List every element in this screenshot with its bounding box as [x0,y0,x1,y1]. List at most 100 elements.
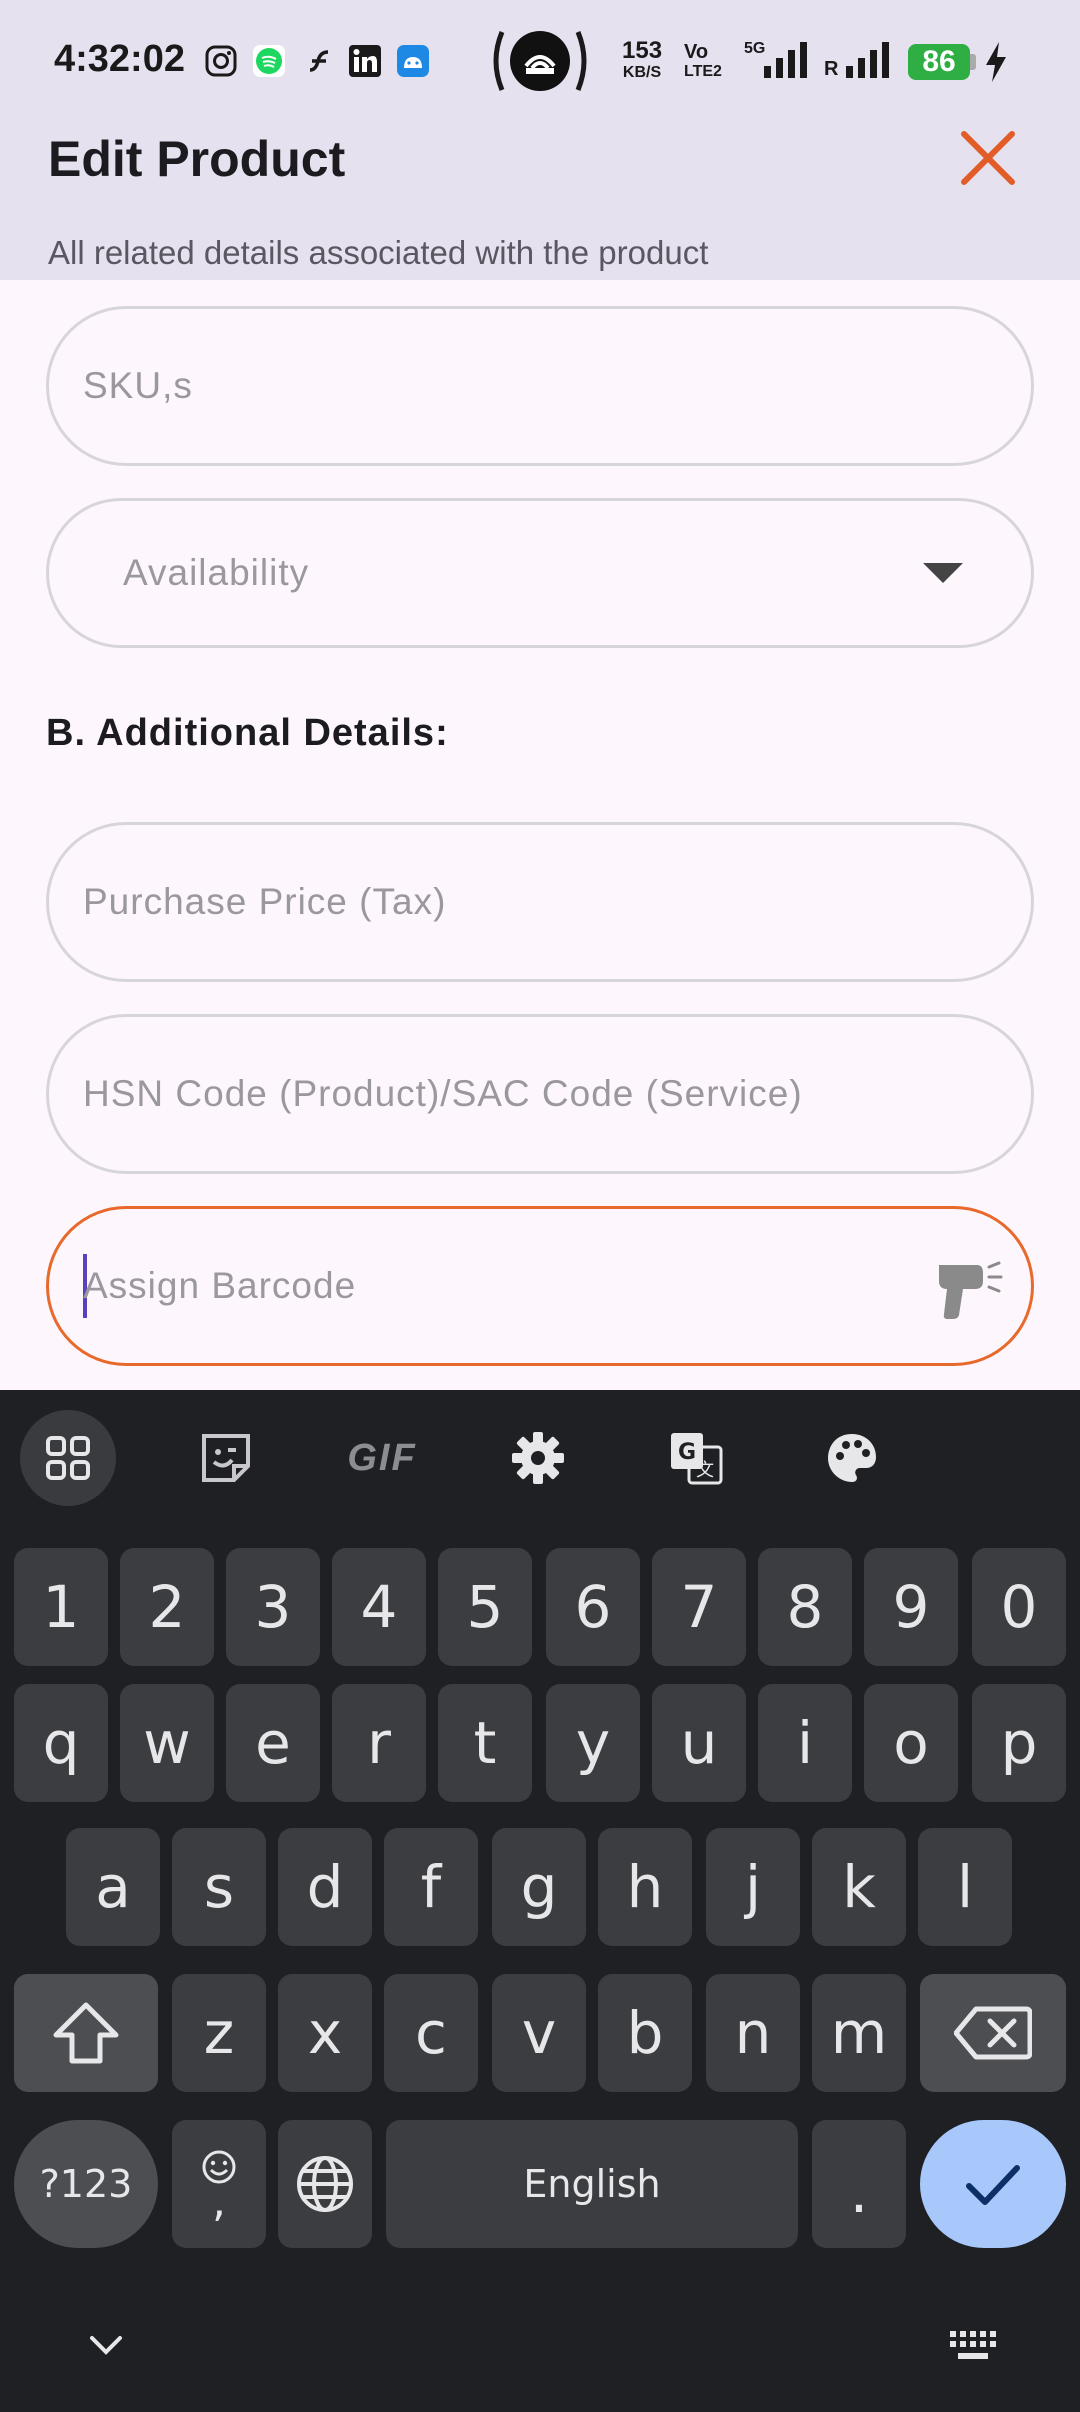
volte-indicator: Vo LTE2 [684,41,722,80]
app-f-icon [309,50,329,72]
key-n[interactable]: n [706,1974,800,2092]
svg-text:文: 文 [696,1460,714,1481]
barcode-scanner-icon[interactable] [933,1259,1003,1323]
purchase-price-placeholder: Purchase Price (Tax) [83,881,447,922]
key-h[interactable]: h [598,1828,692,1946]
key-3[interactable]: 3 [226,1548,320,1666]
backspace-icon [954,2006,1032,2060]
key-f[interactable]: f [384,1828,478,1946]
hsn-sac-code-field[interactable]: HSN Code (Product)/SAC Code (Service) [46,1014,1034,1174]
key-s[interactable]: s [172,1828,266,1946]
key-u[interactable]: u [652,1684,746,1802]
purchase-price-field[interactable]: Purchase Price (Tax) [46,822,1034,982]
dropdown-arrow-icon [923,563,963,583]
close-button[interactable] [950,120,1026,196]
gif-icon: GIF [347,1436,417,1479]
theme-button[interactable] [804,1410,900,1506]
net-speed: 153 KB/S [622,37,663,82]
key-t[interactable]: t [438,1684,532,1802]
key-j[interactable]: j [706,1828,800,1946]
availability-placeholder: Availability [123,552,310,593]
hsn-sac-placeholder: HSN Code (Product)/SAC Code (Service) [83,1073,803,1114]
space-key[interactable]: English [386,2120,798,2248]
key-q[interactable]: q [14,1684,108,1802]
key-v[interactable]: v [492,1974,586,2092]
signal-icon [764,42,807,78]
key-m[interactable]: m [812,1974,906,2092]
charging-icon [986,42,1006,82]
shift-key[interactable] [14,1974,158,2092]
key-l[interactable]: l [918,1828,1012,1946]
key-z[interactable]: z [172,1974,266,2092]
key-d[interactable]: d [278,1828,372,1946]
key-w[interactable]: w [120,1684,214,1802]
battery-indicator: 86 [908,44,970,80]
key-7[interactable]: 7 [652,1548,746,1666]
sticker-icon [202,1434,250,1482]
close-icon [961,131,1015,185]
hide-keyboard-button[interactable] [76,2316,136,2376]
key-9[interactable]: 9 [864,1548,958,1666]
translate-icon: G文 [671,1433,723,1485]
barcode-placeholder: Assign Barcode [83,1265,357,1306]
period-key[interactable]: . [812,2120,906,2248]
key-o[interactable]: o [864,1684,958,1802]
shift-icon [53,2002,119,2064]
backspace-key[interactable] [920,1974,1066,2092]
key-c[interactable]: c [384,1974,478,2092]
key-0[interactable]: 0 [972,1548,1066,1666]
key-b[interactable]: b [598,1974,692,2092]
linkedin-icon [349,45,381,77]
sku-field[interactable]: SKU,s [46,306,1034,466]
apps-grid-button[interactable] [20,1410,116,1506]
key-a[interactable]: a [66,1828,160,1946]
keyboard-settings-button[interactable] [490,1410,586,1506]
key-p[interactable]: p [972,1684,1066,1802]
key-8[interactable]: 8 [758,1548,852,1666]
keyboard-switch-button[interactable] [944,2316,1004,2376]
sticker-button[interactable] [178,1410,274,1506]
sku-placeholder: SKU,s [83,365,193,406]
key-4[interactable]: 4 [332,1548,426,1666]
key-5[interactable]: 5 [438,1548,532,1666]
instagram-icon [205,45,237,77]
key-r[interactable]: r [332,1684,426,1802]
availability-dropdown[interactable]: Availability [46,498,1034,648]
key-1[interactable]: 1 [14,1548,108,1666]
battery-cap [970,54,976,70]
hotspot-icon [493,31,587,91]
key-k[interactable]: k [812,1828,906,1946]
key-g[interactable]: g [492,1828,586,1946]
translate-button[interactable]: G文 [648,1410,744,1506]
header: Edit Product All related details associa… [0,120,1080,280]
signal-2-icon [846,42,889,78]
barcode-field[interactable]: Assign Barcode [46,1206,1034,1366]
settings-icon [512,1432,564,1484]
comma-emoji-key[interactable]: , [172,2120,266,2248]
page-title: Edit Product [48,131,346,187]
key-y[interactable]: y [546,1684,640,1802]
roaming-indicator: R [824,58,839,80]
checkmark-icon [966,2165,1020,2205]
page-subtitle: All related details associated with the … [48,234,709,271]
language-key[interactable] [278,2120,372,2248]
svg-text:G: G [678,1440,696,1465]
keyboard-icon [950,2331,996,2359]
key-e[interactable]: e [226,1684,320,1802]
android-app-icon [397,45,429,77]
palette-icon [828,1434,876,1482]
status-time: 4:32:02 [54,38,185,80]
spotify-icon [253,45,285,77]
key-x[interactable]: x [278,1974,372,2092]
gif-button[interactable]: GIF [334,1410,430,1506]
enter-key[interactable] [920,2120,1066,2248]
chevron-down-icon [90,2336,122,2355]
section-b-heading: B. Additional Details: [46,712,449,754]
key-2[interactable]: 2 [120,1548,214,1666]
key-6[interactable]: 6 [546,1548,640,1666]
status-bar: 4:32:02 153 KB/S Vo LTE2 5G R 86 [0,0,1080,120]
globe-icon [297,2156,353,2212]
apps-grid-icon [46,1436,90,1480]
key-i[interactable]: i [758,1684,852,1802]
symbols-key[interactable]: ?123 [14,2120,158,2248]
